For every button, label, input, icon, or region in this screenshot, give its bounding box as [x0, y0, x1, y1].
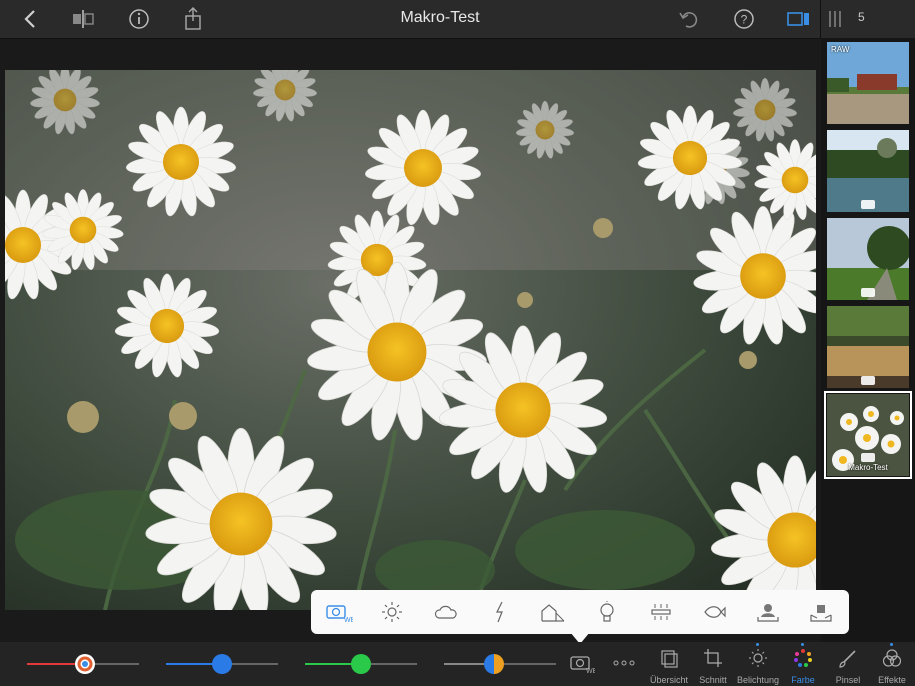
raw-badge: RAW — [831, 45, 850, 54]
tab-indicator-dot — [890, 643, 893, 646]
tint-slider-knob[interactable] — [212, 654, 232, 674]
tint-slider-track-right — [228, 663, 278, 665]
tab-label: Farbe — [791, 675, 815, 685]
filmstrip: RAW Makro-Test — [821, 38, 915, 642]
tab-label: Übersicht — [649, 675, 688, 685]
photo-canvas[interactable] — [5, 70, 816, 610]
tab-label: Effekte — [878, 675, 906, 685]
shade-icon[interactable] — [539, 598, 567, 626]
document-title: Makro-Test — [400, 9, 480, 26]
crop-icon — [704, 649, 722, 667]
thumbnail-4[interactable] — [827, 306, 909, 388]
tab-crop[interactable]: Schnitt — [690, 648, 736, 686]
temperature-slider-track-right — [93, 663, 139, 665]
tab-label: Belichtung — [736, 675, 780, 685]
tab-label: Pinsel — [835, 675, 861, 685]
tab-effects[interactable]: Effekte — [869, 643, 915, 686]
back-chevron-icon[interactable] — [17, 6, 43, 32]
svg-text:WB: WB — [344, 617, 353, 624]
saturation-slider-track-right — [367, 663, 417, 665]
tab-label: Schnitt — [699, 675, 727, 685]
edited-badge-icon — [861, 288, 875, 297]
cloud-icon[interactable] — [432, 598, 460, 626]
info-icon[interactable] — [126, 6, 152, 32]
underwater-fish-icon[interactable] — [700, 598, 728, 626]
filmstrip-toggle-icon[interactable] — [786, 6, 812, 32]
white-balance-popup: WB — [311, 590, 849, 634]
color-palette-icon — [794, 649, 812, 667]
tab-exposure[interactable]: Belichtung — [735, 643, 781, 686]
edited-badge-icon — [861, 200, 875, 209]
image-count: 5 — [858, 10, 865, 24]
vibrance-slider-knob[interactable] — [484, 654, 504, 674]
tab-brush[interactable]: Pinsel — [825, 648, 871, 686]
flash-icon[interactable] — [486, 598, 514, 626]
thumbnail-5-selected[interactable]: Makro-Test — [824, 391, 912, 479]
svg-text:?: ? — [741, 13, 748, 27]
grid-view-icon[interactable] — [822, 6, 848, 32]
fluorescent-icon[interactable] — [647, 598, 675, 626]
more-options-icon[interactable] — [612, 656, 636, 675]
svg-text:WB: WB — [586, 668, 595, 674]
tab-color[interactable]: Farbe — [780, 643, 826, 686]
camera-wb-icon[interactable]: WB — [325, 598, 353, 626]
help-icon[interactable]: ? — [731, 6, 757, 32]
tab-overview[interactable]: Übersicht — [646, 648, 692, 686]
undo-icon[interactable] — [676, 6, 702, 32]
effects-circles-icon — [882, 649, 902, 667]
share-icon[interactable] — [180, 6, 206, 32]
edited-badge-icon — [861, 376, 875, 385]
daisy-photo — [5, 70, 816, 610]
saturation-slider-knob[interactable] — [351, 654, 371, 674]
brush-icon — [839, 650, 856, 668]
exposure-sun-icon — [749, 649, 767, 667]
overview-icon — [661, 650, 678, 668]
tab-indicator-dot — [756, 643, 759, 646]
picker-gray-icon[interactable] — [807, 598, 835, 626]
thumbnail-2[interactable] — [827, 130, 909, 212]
edited-badge-icon — [861, 453, 875, 462]
thumbnail-3[interactable] — [827, 218, 909, 300]
wb-camera-icon[interactable]: WB — [569, 652, 598, 679]
top-toolbar: Makro-Test ? 5 — [0, 0, 915, 39]
tungsten-bulb-icon[interactable] — [593, 598, 621, 626]
tint-slider-track-left — [166, 663, 216, 665]
thumbnail-1[interactable]: RAW — [827, 42, 909, 124]
tab-indicator-dot — [801, 643, 804, 646]
temperature-slider-knob[interactable] — [75, 654, 95, 674]
thumbnail-label: Makro-Test — [848, 463, 888, 472]
sun-icon[interactable] — [378, 598, 406, 626]
picker-portrait-icon[interactable] — [754, 598, 782, 626]
toolbar-divider — [820, 0, 821, 38]
saturation-slider-track-left — [305, 663, 355, 665]
vibrance-slider-track-left — [444, 663, 484, 665]
vibrance-slider-track-right — [504, 663, 556, 665]
compare-icon[interactable] — [70, 6, 96, 32]
